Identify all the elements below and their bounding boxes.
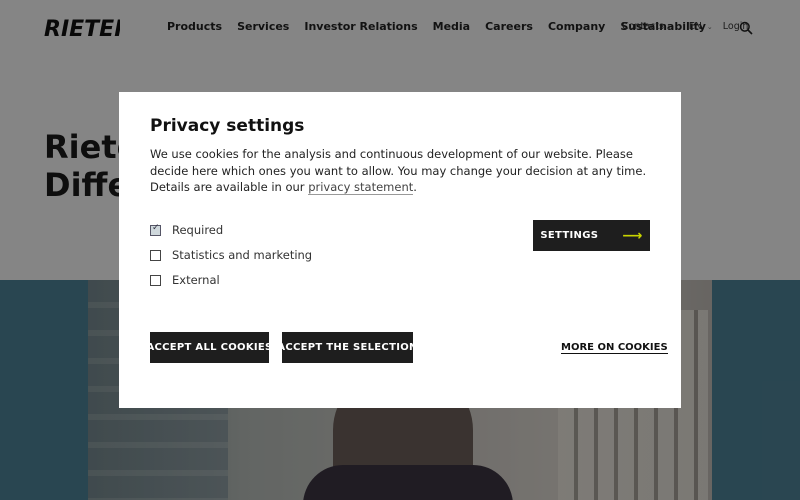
- accept-selection-button[interactable]: ACCEPT THE SELECTION: [277, 332, 417, 363]
- arrow-right-icon: ⟶: [622, 227, 643, 244]
- settings-label: SETTINGS: [540, 230, 599, 241]
- checkbox-row-statistics: Statistics and marketing: [150, 248, 312, 262]
- required-checkbox[interactable]: [150, 223, 161, 236]
- privacy-statement-link[interactable]: privacy statement: [308, 180, 414, 195]
- required-label: Required: [172, 223, 224, 237]
- external-label: External: [172, 273, 220, 287]
- dialog-title: Privacy settings: [150, 116, 305, 136]
- external-checkbox[interactable]: [150, 274, 161, 286]
- statistics-marketing-checkbox[interactable]: [150, 249, 161, 261]
- dialog-description: We use cookies for the analysis and cont…: [150, 146, 660, 196]
- more-on-cookies-link[interactable]: MORE ON COOKIES: [561, 342, 668, 354]
- privacy-settings-dialog: Privacy settings We use cookies for the …: [119, 92, 681, 408]
- checkbox-row-required: Required: [150, 223, 223, 237]
- accept-all-cookies-button[interactable]: ACCEPT ALL COOKIES: [146, 332, 272, 363]
- statistics-marketing-label: Statistics and marketing: [172, 248, 313, 262]
- settings-button[interactable]: SETTINGS ⟶: [533, 220, 650, 251]
- checkbox-row-external: External: [150, 273, 220, 287]
- description-end: .: [413, 180, 417, 194]
